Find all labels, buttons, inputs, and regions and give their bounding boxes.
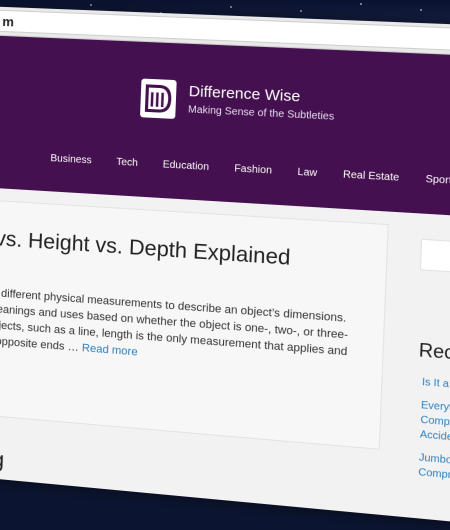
article-card: th vs. Height vs. Depth Explained th are… [0, 198, 389, 450]
sidebar-search-box[interactable] [419, 238, 450, 280]
article-excerpt: th are different physical measurements t… [0, 284, 356, 378]
logo-icon [139, 78, 177, 119]
recent-posts-heading: Rec [418, 339, 450, 364]
nav-item-sports[interactable]: Sports [412, 173, 450, 188]
nav-item-education[interactable]: Education [150, 159, 222, 174]
recent-post-line: Compr [418, 466, 450, 482]
main-nav: Business Tech Education Fashion Law Real… [38, 152, 450, 188]
recent-post-link[interactable]: Is It a F [422, 376, 450, 400]
nav-item-business[interactable]: Business [38, 152, 104, 167]
nav-item-fashion[interactable]: Fashion [221, 162, 284, 177]
recent-post-link[interactable]: Everyth Compe Accider [420, 399, 450, 453]
nav-item-real-estate[interactable]: Real Estate [330, 168, 413, 184]
read-more-link[interactable]: Read more [82, 342, 138, 358]
nav-item-law[interactable]: Law [284, 166, 330, 180]
recent-post-line: Accider [419, 429, 450, 444]
recent-posts-list: Is It a F Everyth Compe Accider Jumbo Co… [418, 376, 450, 500]
site-logo[interactable]: Difference Wise Making Sense of the Subt… [139, 78, 335, 127]
recent-post-link[interactable]: Jumbo Compr [418, 451, 450, 491]
recent-post-line: Is It a F [421, 376, 450, 391]
next-article-title[interactable]: ping [0, 444, 5, 474]
article-title[interactable]: th vs. Height vs. Depth Explained [0, 226, 378, 277]
browser-window: m Difference Wise Making Sense of the Su… [0, 6, 450, 527]
address-text: m [2, 13, 15, 29]
nav-item-tech[interactable]: Tech [104, 156, 151, 170]
main-content: th vs. Height vs. Depth Explained th are… [0, 186, 450, 527]
